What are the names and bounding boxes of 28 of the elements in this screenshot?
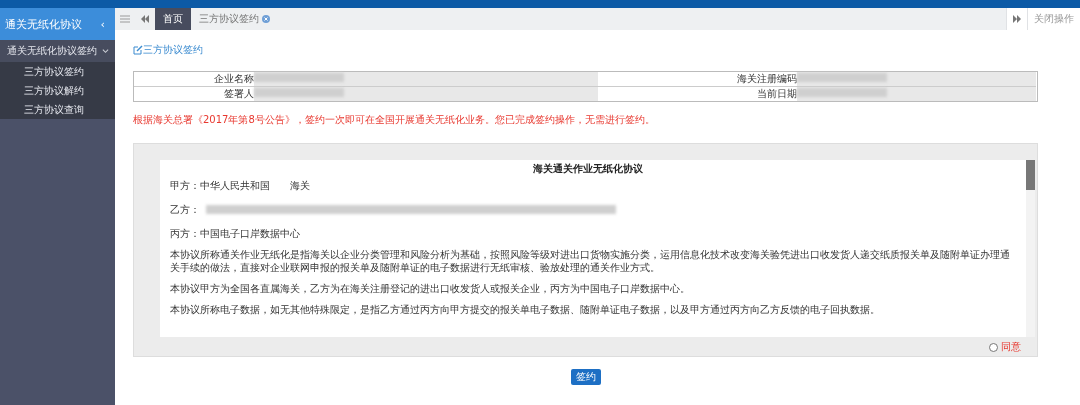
paragraph: 甲方：中华人民共和国 海关 [170,179,311,192]
scrollbar-thumb[interactable] [1026,160,1035,190]
forward-icon[interactable] [1006,8,1027,30]
close-icon[interactable] [262,15,270,23]
sign-button[interactable]: 签约 [570,369,601,385]
tab[interactable]: 三方协议签约 [191,8,278,30]
menu-group-label: 通关无纸化协议签约 [7,44,97,58]
paragraph: 本协议所称电子数据，如无其他特殊限定，是指乙方通过丙方向甲方提交的报关单电子数据、随附单证电子数据，以及甲方通过丙方向乙方反馈的电子回执数据。 [170,303,881,316]
table-cell: 海关注册编码 [598,72,797,87]
scrollbar[interactable] [1026,160,1035,337]
menu-group[interactable]: 通关无纸化协议签约 [0,40,115,62]
close-operations-button[interactable]: 关闭操作 [1027,8,1080,30]
collapse-toggle[interactable]: ‹ [100,17,105,31]
sidebar-item[interactable]: 三方协议解约 [0,81,115,100]
sidebar-title: 通关无纸化协议 [5,16,82,32]
table-cell: 企业名称 [134,72,254,87]
paragraph: 本协议所称通关作业无纸化是指海关以企业分类管理和风险分析为基础，按照风险等级对进出口货物实施分类，运用信息化技术改变海关验凭进出口收发货人递交纸质报关单及随附单证办理通关手续的做法，直接对企业联网申报的报关单及随附单证的电子数据进行无纸审核、验放处理的通关作业方式。 [170,248,1011,274]
page-title-link[interactable]: 三方协议签约 [133,43,203,57]
sidebar-item[interactable]: 三方协议查询 [0,100,115,119]
sidebar-item[interactable]: 三方协议签约 [0,62,115,81]
paragraph: 丙方：中国电子口岸数据中心 [170,227,301,240]
paragraph: 乙方： [170,203,200,216]
paragraph: 本协议甲方为全国各直属海关，乙方为在海关注册登记的进出口收发货人或报关企业，丙方为中国电子口岸数据中心。 [170,282,691,295]
edit-icon [133,45,143,55]
tab[interactable]: 首页 [155,8,191,30]
document-title: 海关通关作业无纸化协议 [532,162,644,176]
agree-radio[interactable]: 同意 [160,340,1021,354]
notice-text: 根据海关总署《2017年第8号公告》，签约一次即可在全国开展通关无纸化业务。您已完成签约操作，无需进行签约。 [133,113,656,127]
